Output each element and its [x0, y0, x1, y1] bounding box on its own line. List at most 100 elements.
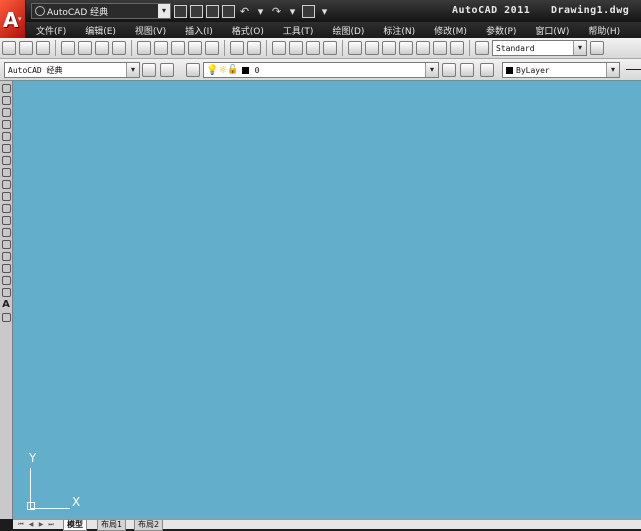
hatch-icon[interactable] — [1, 252, 11, 261]
chevron-down-icon[interactable]: ▾ — [606, 63, 619, 77]
tab-layout1[interactable]: 布局1 — [97, 520, 127, 531]
save-icon[interactable] — [36, 41, 50, 55]
layer-combo[interactable]: 💡 ☼ 🔓 0 ▾ — [203, 62, 439, 78]
chevron-down-icon[interactable]: ▾ — [286, 5, 299, 18]
zoom-window-icon[interactable] — [306, 41, 320, 55]
next-tab-icon[interactable]: ▶ — [37, 521, 45, 529]
menu-view[interactable]: 视图(V) — [135, 24, 166, 37]
table-icon[interactable] — [1, 288, 11, 297]
block-editor-icon[interactable] — [205, 41, 219, 55]
line-icon[interactable] — [1, 84, 11, 93]
print-icon[interactable] — [302, 4, 315, 18]
workspace-value: AutoCAD 经典 — [47, 7, 109, 18]
menu-window[interactable]: 窗口(W) — [535, 24, 569, 37]
customize-icon[interactable] — [160, 63, 174, 77]
arc-icon[interactable] — [1, 144, 11, 153]
chevron-down-icon[interactable]: ▾ — [573, 41, 586, 55]
multiline-text-icon[interactable]: A — [2, 300, 10, 310]
help-icon[interactable] — [450, 41, 464, 55]
polyline-icon[interactable] — [1, 108, 11, 117]
add-selected-icon[interactable] — [1, 313, 11, 322]
point-icon[interactable] — [1, 240, 11, 249]
workspace-settings-icon[interactable] — [142, 63, 156, 77]
chevron-down-icon[interactable]: ▾ — [126, 63, 139, 77]
chevron-down-icon[interactable]: ▾ — [425, 63, 438, 77]
save-icon[interactable] — [206, 4, 219, 18]
new-file-icon[interactable] — [174, 4, 187, 18]
paste-icon[interactable] — [171, 41, 185, 55]
last-tab-icon[interactable]: ⏭ — [47, 521, 55, 529]
new-file-icon[interactable] — [2, 41, 16, 55]
region-icon[interactable] — [1, 276, 11, 285]
revision-cloud-icon[interactable] — [1, 168, 11, 177]
layer-states-icon[interactable] — [480, 63, 494, 77]
ellipse-arc-icon[interactable] — [1, 204, 11, 213]
text-style-icon[interactable] — [475, 41, 489, 55]
spline-icon[interactable] — [1, 180, 11, 189]
layer-properties-icon[interactable] — [186, 63, 200, 77]
tool-palettes-icon[interactable] — [382, 41, 396, 55]
text-style-combo[interactable]: Standard ▾ — [492, 40, 587, 56]
insert-block-icon[interactable] — [1, 216, 11, 225]
layer-previous-icon[interactable] — [460, 63, 474, 77]
menu-file[interactable]: 文件(F) — [36, 24, 66, 37]
save-as-icon[interactable] — [222, 4, 235, 18]
workspace-combo[interactable]: AutoCAD 经典 ▾ — [4, 62, 140, 78]
chevron-down-icon[interactable]: ▾ — [158, 4, 170, 18]
chevron-down-icon[interactable]: ▾ — [254, 5, 267, 18]
pan-hand-icon[interactable] — [272, 41, 286, 55]
linetype-preview[interactable] — [626, 69, 641, 70]
open-folder-icon[interactable] — [19, 41, 33, 55]
redo-icon[interactable]: ↷ — [270, 5, 283, 18]
rectangle-icon[interactable] — [1, 132, 11, 141]
print-preview-icon[interactable] — [78, 41, 92, 55]
menu-format[interactable]: 格式(O) — [232, 24, 264, 37]
drawing-canvas[interactable] — [13, 81, 641, 519]
dimension-style-icon[interactable] — [590, 41, 604, 55]
menu-parametric[interactable]: 参数(P) — [486, 24, 516, 37]
menu-modify[interactable]: 修改(M) — [434, 24, 467, 37]
toolbar-separator — [469, 40, 470, 56]
tab-model[interactable]: 模型 — [63, 520, 87, 531]
markup-icon[interactable] — [416, 41, 430, 55]
sheet-set-icon[interactable] — [399, 41, 413, 55]
gradient-icon[interactable] — [1, 264, 11, 273]
menu-dimension[interactable]: 标注(N) — [383, 24, 415, 37]
redo-icon[interactable] — [247, 41, 261, 55]
chevron-down-icon[interactable]: ▾ — [18, 15, 26, 23]
polygon-icon[interactable] — [1, 120, 11, 129]
properties-icon[interactable] — [348, 41, 362, 55]
workspace-switcher[interactable]: AutoCAD 经典 ▾ — [31, 3, 171, 19]
quick-calc-icon[interactable] — [433, 41, 447, 55]
copy-icon[interactable] — [154, 41, 168, 55]
cut-icon[interactable] — [137, 41, 151, 55]
undo-icon[interactable] — [230, 41, 244, 55]
menu-draw[interactable]: 绘图(D) — [332, 24, 364, 37]
customize-dropdown-icon[interactable]: ▾ — [318, 5, 331, 18]
match-properties-icon[interactable] — [188, 41, 202, 55]
make-current-layer-icon[interactable] — [442, 63, 456, 77]
zoom-realtime-icon[interactable] — [289, 41, 303, 55]
print-icon[interactable] — [61, 41, 75, 55]
undo-icon[interactable]: ↶ — [238, 5, 251, 18]
gear-icon — [35, 6, 45, 16]
make-block-icon[interactable] — [1, 228, 11, 237]
circle-icon[interactable] — [1, 156, 11, 165]
design-center-icon[interactable] — [365, 41, 379, 55]
3d-print-icon[interactable] — [112, 41, 126, 55]
open-folder-icon[interactable] — [190, 4, 203, 18]
construction-line-icon[interactable] — [1, 96, 11, 105]
menu-help[interactable]: 帮助(H) — [588, 24, 620, 37]
menu-tools[interactable]: 工具(T) — [283, 24, 314, 37]
previous-tab-icon[interactable]: ◀ — [27, 521, 35, 529]
color-combo[interactable]: ByLayer ▾ — [502, 62, 620, 78]
zoom-previous-icon[interactable] — [323, 41, 337, 55]
layout-tab-bar: ⏮ ◀ ▶ ⏭ 模型 布局1 布局2 — [13, 519, 641, 531]
first-tab-icon[interactable]: ⏮ — [17, 521, 25, 529]
menu-edit[interactable]: 编辑(E) — [85, 24, 116, 37]
tab-layout2[interactable]: 布局2 — [134, 520, 164, 531]
ellipse-icon[interactable] — [1, 192, 11, 201]
publish-icon[interactable] — [95, 41, 109, 55]
menu-insert[interactable]: 插入(I) — [185, 24, 213, 37]
application-title: AutoCAD 2011 — [452, 5, 531, 16]
